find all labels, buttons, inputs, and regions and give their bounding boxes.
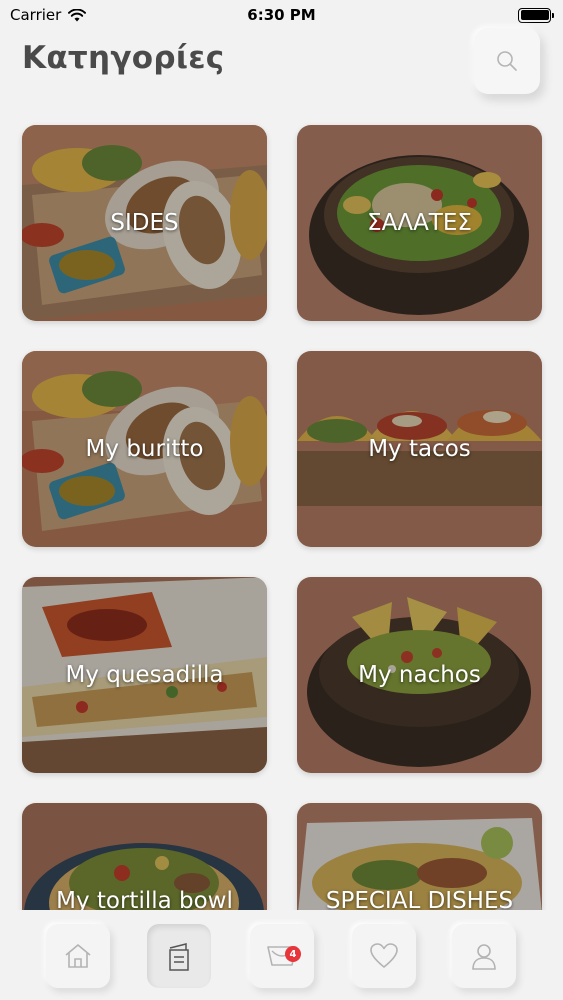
category-card-sides[interactable]: SIDES (22, 125, 267, 321)
wifi-icon (68, 8, 87, 21)
page-title: Κατηγορίες (22, 40, 225, 76)
category-card-tortilla-bowl[interactable]: My tortilla bowl (22, 803, 267, 910)
category-label: SPECIAL DISHES (325, 888, 514, 910)
search-button[interactable] (474, 28, 540, 94)
category-label: SIDES (110, 210, 179, 236)
menu-icon (169, 943, 189, 971)
tab-profile[interactable] (452, 924, 516, 988)
category-grid: SIDES ΣΑΛΑΤΕΣ My buritto My tacos My que… (22, 125, 542, 910)
status-bar: Carrier 6:30 PM (0, 0, 563, 30)
category-card-special-dishes[interactable]: SPECIAL DISHES (297, 803, 542, 910)
battery-icon (518, 7, 554, 23)
category-label: My tortilla bowl (56, 888, 233, 910)
status-left: Carrier (10, 6, 87, 24)
category-label: ΣΑΛΑΤΕΣ (367, 210, 472, 236)
category-card-quesadilla[interactable]: My quesadilla (22, 577, 267, 773)
tab-favorites[interactable] (352, 924, 416, 988)
category-card-salads[interactable]: ΣΑΛΑΤΕΣ (297, 125, 542, 321)
category-label: My nachos (358, 662, 481, 688)
tab-home[interactable] (46, 924, 110, 988)
cart-badge: 4 (285, 946, 301, 962)
category-label: My quesadilla (65, 662, 224, 688)
heart-icon (370, 943, 398, 968)
search-icon (497, 51, 517, 71)
category-label: My buritto (85, 436, 204, 462)
carrier-label: Carrier (10, 6, 62, 24)
home-icon (65, 944, 91, 968)
category-card-nachos[interactable]: My nachos (297, 577, 542, 773)
tab-bar: 4 (0, 910, 563, 1000)
profile-icon (472, 944, 496, 970)
category-grid-viewport[interactable]: SIDES ΣΑΛΑΤΕΣ My buritto My tacos My que… (0, 108, 563, 910)
category-card-tacos[interactable]: My tacos (297, 351, 542, 547)
category-card-burrito[interactable]: My buritto (22, 351, 267, 547)
tab-cart[interactable]: 4 (250, 924, 314, 988)
category-label: My tacos (368, 436, 471, 462)
tab-menu[interactable] (147, 924, 211, 988)
